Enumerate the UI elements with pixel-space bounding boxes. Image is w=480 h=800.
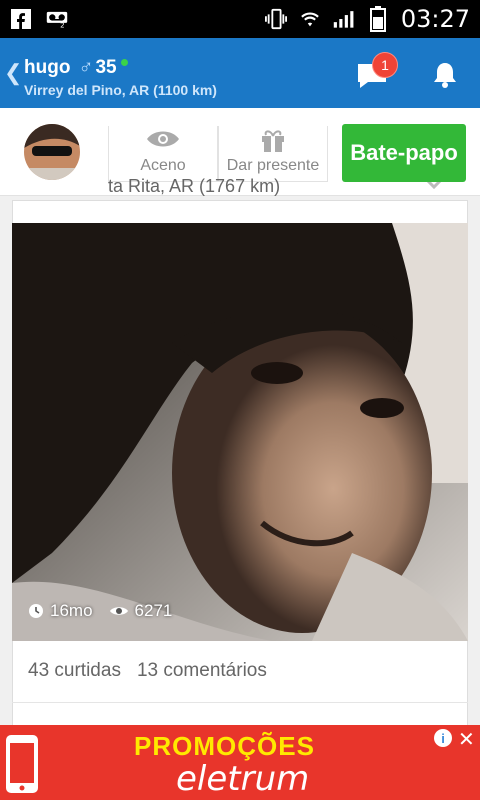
likes-count[interactable]: 43 curtidas bbox=[28, 660, 121, 682]
gift-button[interactable]: Dar presente bbox=[218, 126, 328, 182]
messages-badge: 1 bbox=[372, 52, 398, 78]
status-bar: 2 03:27 bbox=[0, 0, 480, 38]
divider bbox=[12, 702, 468, 703]
ad-headline: PROMOÇÕES bbox=[134, 731, 315, 761]
ad-info-icon[interactable]: i bbox=[434, 729, 452, 747]
gift-label: Dar presente bbox=[226, 157, 320, 174]
svg-text:2: 2 bbox=[60, 21, 64, 30]
app-header: ❮ hugo ♂ 35 Virrey del Pino, AR (1100 km… bbox=[0, 38, 480, 108]
photo-views-value: 6271 bbox=[134, 601, 173, 620]
ad-close-icon[interactable]: ✕ bbox=[458, 727, 475, 752]
action-bar: Aceno Dar presente ta Rita, AR (1767 km)… bbox=[0, 108, 480, 196]
battery-icon bbox=[367, 6, 389, 32]
photo-age-value: 16mo bbox=[50, 601, 93, 620]
photo-age: 16mo bbox=[28, 601, 93, 621]
header-location: Virrey del Pino, AR (1100 km) bbox=[24, 82, 217, 98]
photo-stats: 16mo 6271 bbox=[28, 601, 172, 621]
gift-icon bbox=[262, 130, 284, 152]
comments-count[interactable]: 13 comentários bbox=[137, 660, 267, 682]
facebook-icon bbox=[10, 8, 32, 30]
scrolled-location: ta Rita, AR (1767 km) bbox=[108, 176, 281, 196]
ad-brand: eletrum bbox=[176, 759, 310, 799]
eye-icon bbox=[147, 131, 179, 147]
avatar[interactable] bbox=[24, 124, 80, 180]
ad-banner[interactable]: PROMOÇÕES eletrum i ✕ bbox=[0, 725, 480, 800]
profile-name: hugo bbox=[24, 56, 71, 78]
online-dot-icon bbox=[120, 59, 128, 66]
signal-icon bbox=[333, 8, 355, 30]
photo-views: 6271 bbox=[109, 601, 173, 621]
back-icon[interactable]: ❮ bbox=[4, 60, 22, 86]
vibrate-icon bbox=[264, 8, 287, 30]
profile-title[interactable]: hugo ♂ 35 bbox=[24, 56, 128, 79]
profile-content[interactable]: 16mo 6271 43 curtidas 13 comentários Ace… bbox=[0, 108, 480, 725]
bell-icon[interactable] bbox=[430, 60, 460, 90]
voicemail-icon: 2 bbox=[46, 8, 68, 30]
chat-button[interactable]: Bate-papo bbox=[342, 124, 466, 182]
gender-icon: ♂ bbox=[78, 56, 94, 78]
profile-photo[interactable]: 16mo 6271 bbox=[12, 223, 468, 641]
wave-label: Aceno bbox=[140, 157, 186, 174]
eye-icon bbox=[109, 607, 128, 615]
wave-button[interactable]: Aceno bbox=[108, 126, 218, 182]
clock-icon bbox=[29, 604, 43, 618]
photo-counts: 43 curtidas 13 comentários bbox=[28, 660, 267, 682]
phone-icon bbox=[4, 733, 40, 795]
wifi-icon bbox=[299, 8, 321, 30]
status-time: 03:27 bbox=[400, 5, 470, 33]
profile-age: 35 bbox=[95, 56, 117, 78]
